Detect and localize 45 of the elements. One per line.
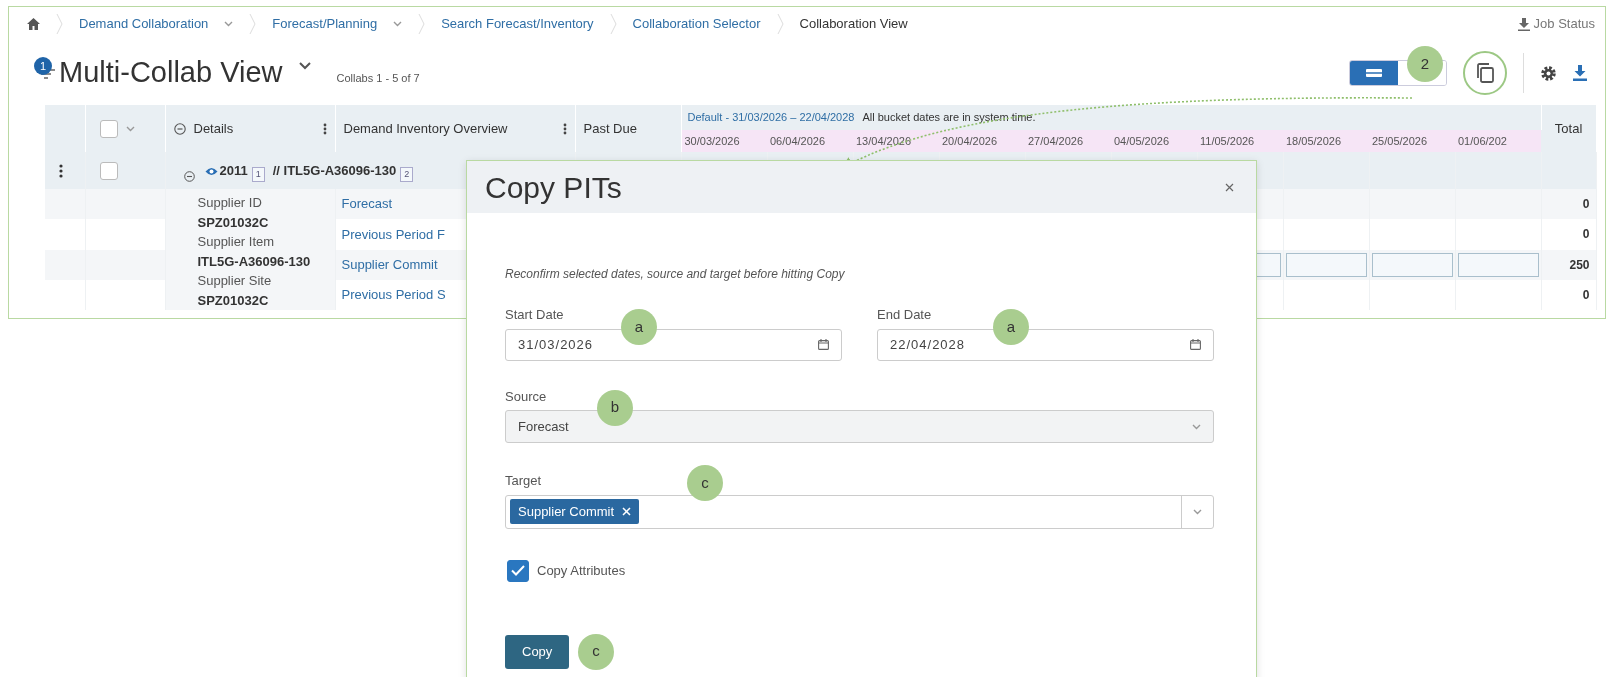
- date-column-header: 01/06/202: [1458, 134, 1507, 147]
- field-label: Start Date: [505, 306, 564, 324]
- field-label: Target: [505, 472, 542, 490]
- filter-count-badge: 1: [34, 57, 52, 75]
- callout-marker: c: [687, 465, 723, 501]
- column-header: Total: [1554, 120, 1583, 136]
- checkbox-label: Copy Attributes: [537, 561, 626, 580]
- detail-value: SPZ01032C: [197, 291, 270, 310]
- column-header: Demand Inventory Overview: [343, 119, 508, 138]
- detail-label: Supplier ID: [197, 194, 263, 212]
- dialog-note: Reconfirm selected dates, source and target before hitting Copy: [505, 266, 846, 283]
- callout-marker: b: [597, 389, 633, 426]
- date-column-header: 04/05/2026: [1114, 134, 1170, 147]
- detail-label: Supplier Item: [197, 233, 276, 251]
- date-column-header: 13/04/2026: [856, 134, 912, 147]
- sort-index-badge: 2: [400, 166, 414, 183]
- callout-marker: a: [621, 309, 657, 345]
- total-value: 0: [1582, 287, 1590, 302]
- callout-marker: a: [993, 309, 1029, 345]
- field-label: Source: [505, 387, 547, 406]
- dialog-title: Copy PITs: [485, 169, 622, 206]
- detail-label: Supplier Site: [197, 272, 273, 290]
- sort-index-badge: 1: [251, 166, 265, 183]
- total-value: 250: [1569, 257, 1590, 272]
- callout-marker: c: [578, 633, 614, 670]
- collab-range: Collabs 1 - 5 of 7: [336, 70, 420, 86]
- collab-item: // ITL5G-A36096-130: [272, 162, 397, 178]
- bucket-note: All bucket dates are in system time.: [862, 111, 1036, 124]
- callout-marker: 2: [1407, 46, 1443, 82]
- date-column-header: 30/03/2026: [684, 134, 740, 147]
- date-column-header: 20/04/2026: [942, 134, 998, 147]
- date-column-header: 06/04/2026: [770, 134, 826, 147]
- date-column-header: 18/05/2026: [1286, 134, 1342, 147]
- column-header: Details: [193, 119, 234, 138]
- field-label: End Date: [877, 306, 932, 324]
- collab-id: 2011: [219, 162, 248, 178]
- date-column-header: 27/04/2026: [1028, 134, 1084, 147]
- column-header: Past Due: [583, 119, 637, 138]
- total-value: 0: [1582, 197, 1590, 212]
- page-title: Multi-Collab View: [59, 55, 283, 91]
- detail-value: ITL5G-A36096-130: [197, 252, 312, 271]
- detail-value: SPZ01032C: [197, 213, 270, 232]
- total-value: 0: [1582, 227, 1590, 242]
- date-column-header: 25/05/2026: [1372, 134, 1428, 147]
- date-column-header: 11/05/2026: [1200, 134, 1255, 147]
